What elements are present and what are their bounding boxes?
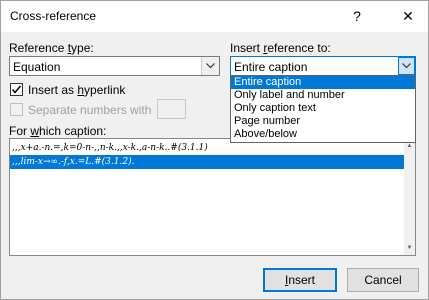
scroll-down-icon[interactable]: ▼: [404, 242, 415, 254]
cancel-button[interactable]: Cancel: [347, 268, 419, 292]
dropdown-option-page-number[interactable]: Page number: [231, 115, 415, 128]
insert-reference-to-select[interactable]: Entire caption: [230, 56, 416, 76]
insert-button[interactable]: Insert: [263, 268, 337, 292]
insert-reference-to-value: Entire caption: [234, 60, 308, 74]
reference-type-select[interactable]: Equation: [9, 56, 220, 76]
title-bar[interactable]: Cross-reference ? ✕: [1, 1, 428, 32]
list-item[interactable]: ,,,x+a.-n.=,k=0-n-,,n-k.,,x-k.,a-n-k..#(…: [10, 141, 405, 155]
dropdown-option-label-and-number[interactable]: Only label and number: [231, 89, 415, 102]
list-item[interactable]: ,,,lim-x→∞.-f,x.=L.#(3.1.2).: [10, 155, 405, 169]
separate-numbers-label: Separate numbers with: [28, 103, 152, 117]
insert-as-hyperlink-checkbox[interactable]: [10, 83, 23, 96]
insert-reference-to-label: Insert reference to:: [230, 41, 331, 55]
help-button[interactable]: ?: [342, 3, 372, 29]
cross-reference-dialog: Cross-reference ? ✕ Reference type: Equa…: [0, 0, 429, 300]
separate-numbers-checkbox[interactable]: [10, 103, 23, 116]
reference-type-value: Equation: [13, 60, 61, 74]
dropdown-option-caption-text[interactable]: Only caption text: [231, 102, 415, 115]
close-button[interactable]: ✕: [393, 3, 423, 29]
checkmark-icon: [11, 85, 22, 94]
chevron-down-icon[interactable]: [398, 57, 415, 75]
help-icon: ?: [353, 8, 361, 24]
insert-as-hyperlink-label[interactable]: Insert as hyperlink: [28, 83, 125, 97]
dropdown-option-entire-caption[interactable]: Entire caption: [231, 76, 415, 89]
for-which-caption-label: For which caption:: [9, 124, 107, 138]
chevron-down-icon[interactable]: [201, 57, 219, 75]
reference-type-label: Reference type:: [9, 41, 94, 55]
dropdown-option-above-below[interactable]: Above/below: [231, 128, 415, 141]
vertical-scrollbar[interactable]: ▲ ▼: [404, 139, 415, 255]
separator-field[interactable]: [157, 99, 186, 119]
dialog-title: Cross-reference: [10, 9, 97, 23]
insert-reference-to-dropdown: Entire caption Only label and number Onl…: [230, 75, 416, 143]
caption-list[interactable]: ,,,x+a.-n.=,k=0-n-,,n-k.,,x-k.,a-n-k..#(…: [9, 138, 416, 256]
close-icon: ✕: [402, 7, 414, 24]
